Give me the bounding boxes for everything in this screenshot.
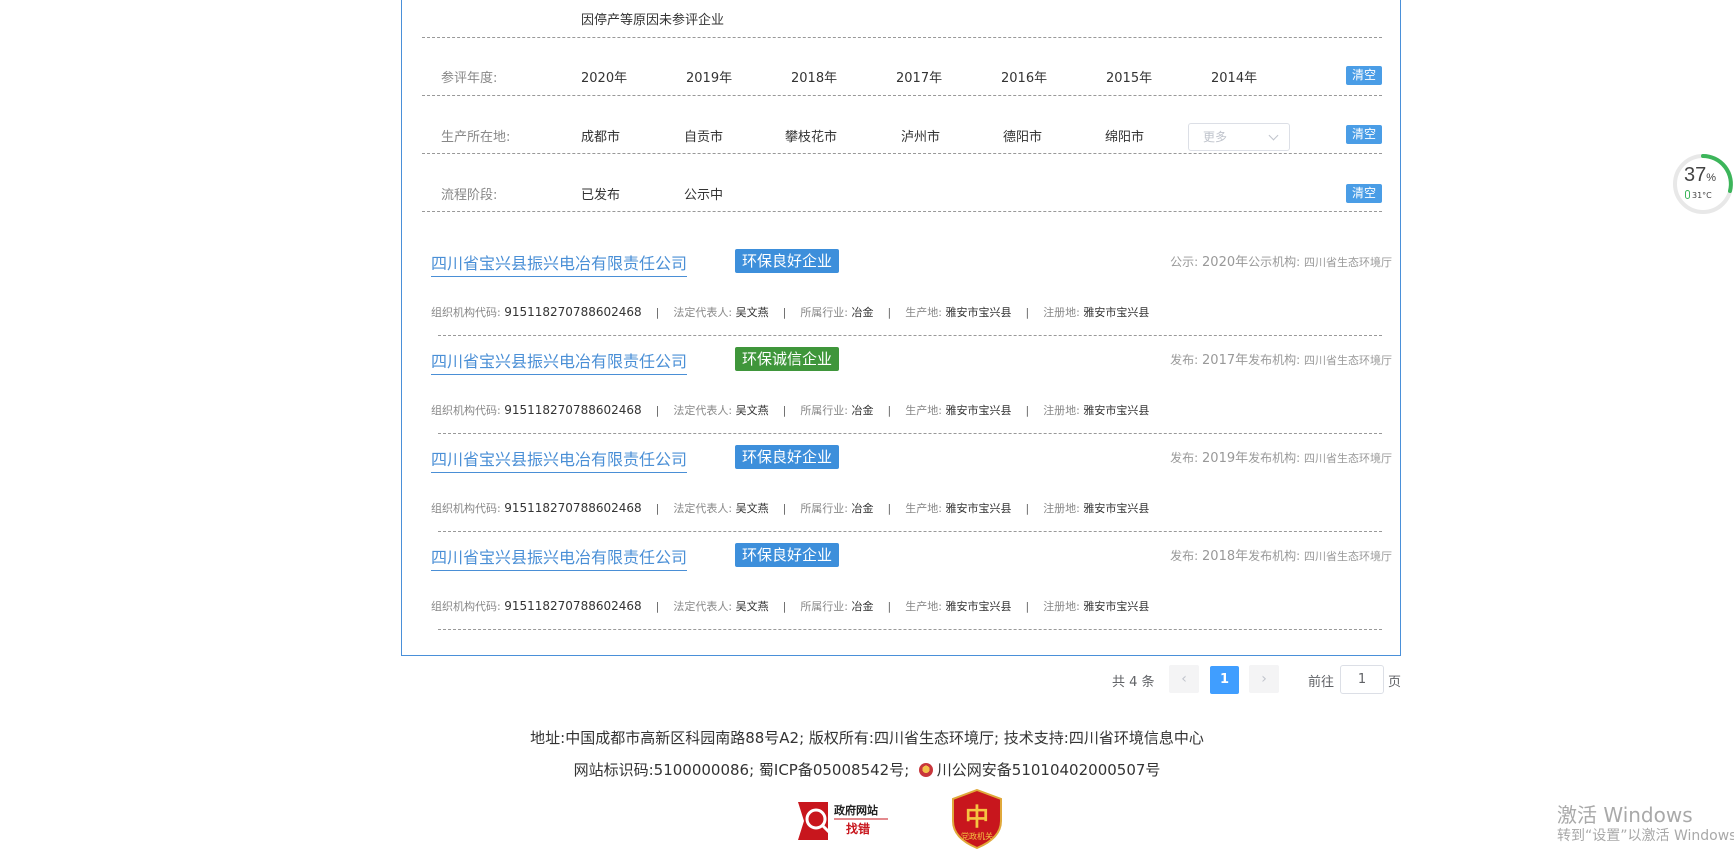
footer-registration: 网站标识码:5100000086; 蜀ICP备05008542号; 川公网安备5… <box>0 759 1734 780</box>
result-record: 四川省宝兴县振兴电冶有限责任公司 环保诚信企业 发布: 2017年发布机构: 四… <box>402 336 1402 434</box>
goto-page-input[interactable]: 1 <box>1340 665 1384 694</box>
filter-label-location: 生产所在地: <box>441 130 511 145</box>
police-badge-icon <box>918 763 933 777</box>
page-number-current[interactable]: 1 <box>1210 666 1239 694</box>
filter-row-location: 生产所在地: 成都市 自贡市 攀枝花市 泸州市 德阳市 绵阳市 更多 清空 <box>422 96 1382 154</box>
more-cities-placeholder: 更多 <box>1203 130 1228 144</box>
filter-option-year[interactable]: 2019年 <box>686 67 732 86</box>
filter-option-city[interactable]: 自贡市 <box>684 126 723 145</box>
filter-option-city[interactable]: 成都市 <box>581 126 620 145</box>
publish-info: 发布: 2019年发布机构: 四川省生态环境厅 <box>1170 451 1392 466</box>
filter-option-year[interactable]: 2018年 <box>791 67 837 86</box>
rating-badge: 环保诚信企业 <box>735 347 840 371</box>
thermometer-icon <box>1685 190 1690 199</box>
result-record: 四川省宝兴县振兴电冶有限责任公司 环保良好企业 公示: 2020年公示机构: 四… <box>402 238 1402 336</box>
gov-site-error-logo[interactable]: 政府网站 找错 <box>798 800 890 842</box>
rating-badge: 环保良好企业 <box>735 543 840 567</box>
record-meta: 组织机构代码: 915118270788602468 | 法定代表人: 吴文燕 | 所属… <box>431 599 1150 613</box>
filter-option-publicizing[interactable]: 公示中 <box>684 184 723 203</box>
company-name-link[interactable]: 四川省宝兴县振兴电冶有限责任公司 <box>431 250 688 277</box>
company-name-link[interactable]: 四川省宝兴县振兴电冶有限责任公司 <box>431 348 688 375</box>
footer-address: 地址:中国成都市高新区科园南路88号A2; 版权所有:四川省生态环境厅; 技术支… <box>530 729 1204 747</box>
filter-option-year[interactable]: 2015年 <box>1106 67 1152 86</box>
svg-text:中: 中 <box>965 802 989 831</box>
company-name-link[interactable]: 四川省宝兴县振兴电冶有限责任公司 <box>431 446 688 473</box>
more-cities-select[interactable]: 更多 <box>1188 123 1290 151</box>
page-suffix: 页 <box>1388 675 1402 690</box>
gauge-percent: 37% <box>1684 164 1717 186</box>
publish-info: 发布: 2018年发布机构: 四川省生态环境厅 <box>1170 549 1392 564</box>
filter-option-year[interactable]: 2014年 <box>1211 67 1257 86</box>
filter-option-not-evaluated[interactable]: 因停产等原因未参评企业 <box>581 9 724 28</box>
prev-page-button[interactable]: ‹ <box>1169 665 1199 693</box>
publish-info: 发布: 2017年发布机构: 四川省生态环境厅 <box>1170 353 1392 368</box>
record-meta: 组织机构代码: 915118270788602468 | 法定代表人: 吴文燕 | 所属… <box>431 403 1150 417</box>
gauge-temperature: 31°C <box>1685 190 1712 200</box>
filter-option-city[interactable]: 泸州市 <box>901 126 940 145</box>
record-meta: 组织机构代码: 915118270788602468 | 法定代表人: 吴文燕 | 所属… <box>431 501 1150 515</box>
filter-option-year[interactable]: 2017年 <box>896 67 942 86</box>
result-record: 四川省宝兴县振兴电冶有限责任公司 环保良好企业 发布: 2018年发布机构: 四… <box>402 532 1402 630</box>
windows-activation-hint: 转到“设置”以激活 Windows。 <box>1557 828 1734 844</box>
windows-activation-title: 激活 Windows <box>1557 803 1693 827</box>
company-name-link[interactable]: 四川省宝兴县振兴电冶有限责任公司 <box>431 544 688 571</box>
party-government-logo[interactable]: 中 党政机关 <box>951 789 1003 849</box>
divider <box>438 629 1382 630</box>
pagination-total: 共 4 条 <box>1112 675 1155 690</box>
clear-location-button[interactable]: 清空 <box>1346 125 1382 144</box>
gov-logo-top-text: 政府网站 <box>834 803 878 817</box>
publish-info: 公示: 2020年公示机构: 四川省生态环境厅 <box>1170 255 1392 270</box>
filter-option-year[interactable]: 2020年 <box>581 67 627 86</box>
gov-logo-bottom-text: 找错 <box>846 821 870 836</box>
clear-year-button[interactable]: 清空 <box>1346 66 1382 85</box>
filter-option-city[interactable]: 攀枝花市 <box>785 126 837 145</box>
next-page-button[interactable]: › <box>1249 665 1279 693</box>
filter-option-city[interactable]: 德阳市 <box>1003 126 1042 145</box>
chevron-down-icon <box>1268 130 1279 141</box>
result-record: 四川省宝兴县振兴电冶有限责任公司 环保良好企业 发布: 2019年发布机构: 四… <box>402 434 1402 532</box>
footer-icp: 网站标识码:5100000086; 蜀ICP备05008542号; <box>573 761 910 779</box>
filter-option-published[interactable]: 已发布 <box>581 184 620 203</box>
filter-option-city[interactable]: 绵阳市 <box>1105 126 1144 145</box>
rating-badge: 环保良好企业 <box>735 445 840 469</box>
filter-label-stage: 流程阶段: <box>441 188 498 203</box>
clear-stage-button[interactable]: 清空 <box>1346 184 1382 203</box>
filter-option-year[interactable]: 2016年 <box>1001 67 1047 86</box>
filter-label-year: 参评年度: <box>441 71 498 86</box>
record-meta: 组织机构代码: 915118270788602468 | 法定代表人: 吴文燕 | 所属… <box>431 305 1150 319</box>
filter-row-year: 参评年度: 2020年 2019年 2018年 2017年 2016年 2015… <box>422 38 1382 96</box>
results-panel: 因停产等原因未参评企业 参评年度: 2020年 2019年 2018年 2017… <box>401 0 1401 656</box>
rating-badge: 环保良好企业 <box>735 249 840 273</box>
party-logo-text: 党政机关 <box>961 831 993 841</box>
filter-row-stage: 流程阶段: 已发布 公示中 清空 <box>422 154 1382 212</box>
goto-label: 前往 <box>1308 675 1335 690</box>
filter-row-status: 因停产等原因未参评企业 <box>422 0 1382 38</box>
footer-police-record[interactable]: 川公网安备51010402000507号 <box>937 761 1161 779</box>
